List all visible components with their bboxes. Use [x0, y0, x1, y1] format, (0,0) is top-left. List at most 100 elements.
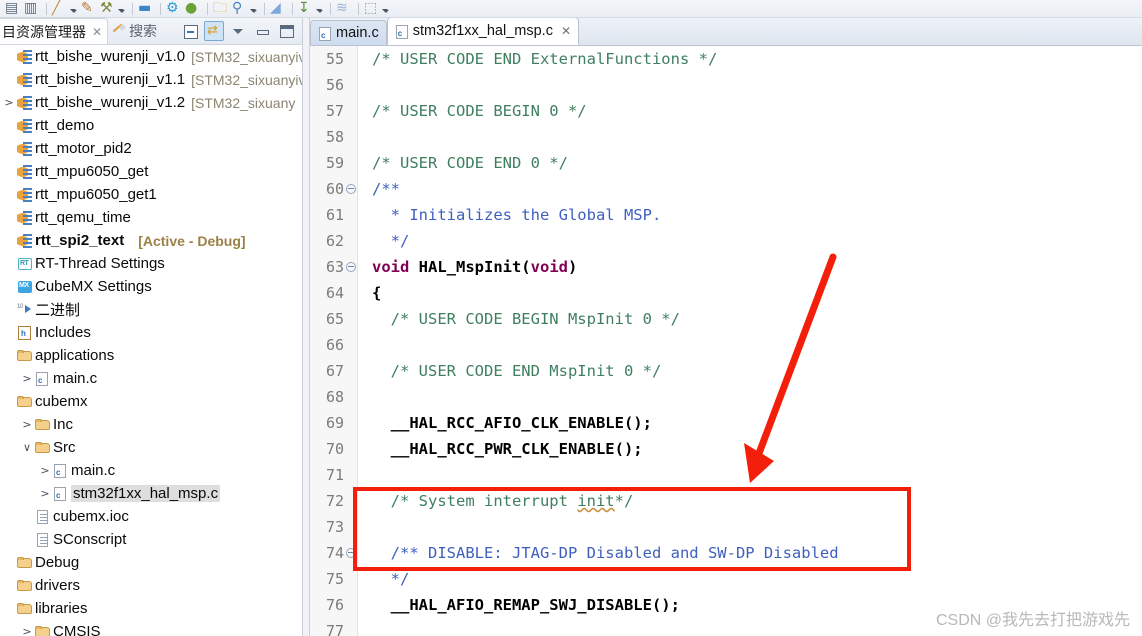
fold-toggle-icon[interactable]	[346, 548, 356, 558]
marker-icon[interactable]: ◢	[269, 0, 287, 17]
tree-item[interactable]: cubemx.ioc	[0, 505, 302, 528]
search-icon[interactable]: ⚲	[231, 0, 249, 17]
code-token: __HAL_AFIO_REMAP_SWJ_DISABLE();	[372, 596, 680, 614]
view-tab-project-explorer[interactable]: 目资源管理器 ✕	[0, 18, 109, 44]
tree-item-label: main.c	[53, 370, 98, 387]
tree-item[interactable]: rtt_mpu6050_get	[0, 160, 302, 183]
code-token: */	[372, 570, 410, 588]
tree-item[interactable]: rtt_spi2_text [Active - Debug]	[0, 229, 302, 252]
toolbar-dropdown-arrow-icon[interactable]	[118, 1, 126, 17]
tree-item[interactable]: drivers	[0, 574, 302, 597]
view-menu-button[interactable]	[228, 21, 248, 41]
code-editor[interactable]: 55/* USER CODE END ExternalFunctions */5…	[310, 46, 1142, 636]
project-icon	[16, 209, 35, 227]
tree-item[interactable]: > CMSIS	[0, 620, 302, 636]
code-token: )	[567, 258, 578, 276]
tree-item-label: Includes	[35, 324, 91, 341]
tree-item[interactable]: > rtt_bishe_wurenji_v1.2 [STM32_sixuany	[0, 91, 302, 114]
open-folder-icon[interactable]: 🗀	[212, 0, 230, 17]
line-number: 57	[325, 102, 344, 120]
text-file-icon	[34, 531, 53, 549]
tree-twisty[interactable]: >	[20, 418, 34, 431]
c-file-icon	[394, 23, 408, 39]
code-line: 71	[310, 462, 1142, 488]
tree-item[interactable]: rtt_qemu_time	[0, 206, 302, 229]
debug-monitor-icon[interactable]: ▬	[137, 0, 155, 17]
code-token: /* USER CODE END MspInit 0 */	[372, 362, 662, 380]
fold-toggle-icon[interactable]	[346, 184, 356, 194]
tree-item[interactable]: > main.c	[0, 367, 302, 390]
tree-item[interactable]: rtt_demo	[0, 114, 302, 137]
project-icon	[16, 117, 35, 135]
tree-twisty[interactable]: >	[20, 372, 34, 385]
project-tree[interactable]: rtt_bishe_wurenji_v1.0 [STM32_sixuanyiv rt…	[0, 45, 302, 636]
import-icon[interactable]: ↧	[297, 0, 315, 17]
tree-item[interactable]: applications	[0, 344, 302, 367]
line-number: 77	[325, 622, 344, 636]
build-icon[interactable]: ✎	[80, 0, 98, 17]
tree-item[interactable]: cubemx	[0, 390, 302, 413]
close-icon[interactable]: ✕	[92, 25, 102, 39]
tree-item[interactable]: 二进制	[0, 298, 302, 321]
code-line: 56	[310, 72, 1142, 98]
toolbar-dropdown-arrow-icon[interactable]	[250, 1, 258, 17]
save-all-icon[interactable]: ▥	[23, 0, 41, 17]
tree-item[interactable]: SConscript	[0, 528, 302, 551]
editor-tab-main-c[interactable]: main.c	[310, 20, 387, 45]
link-with-editor-button[interactable]: ⇄	[204, 21, 224, 41]
tree-item[interactable]: > Inc	[0, 413, 302, 436]
code-line: 58	[310, 124, 1142, 150]
editor-tab-label: stm32f1xx_hal_msp.c	[412, 23, 553, 39]
toolbar-dropdown-arrow-icon[interactable]	[382, 1, 390, 17]
editor-tab-stm32f1xx_hal_msp-c[interactable]: stm32f1xx_hal_msp.c ✕	[386, 18, 580, 45]
tree-twisty[interactable]: ∨	[20, 441, 34, 454]
tree-item[interactable]: ∨ Src	[0, 436, 302, 459]
tree-item[interactable]: > main.c	[0, 459, 302, 482]
tree-twisty[interactable]: >	[38, 464, 52, 477]
code-lines: 55/* USER CODE END ExternalFunctions */5…	[310, 46, 1142, 636]
line-number: 67	[325, 362, 344, 380]
cubemx-icon	[16, 278, 35, 296]
view-tab-search[interactable]: 搜索	[108, 18, 162, 44]
tree-item[interactable]: RT-Thread Settings	[0, 252, 302, 275]
line-number: 76	[325, 596, 344, 614]
tree-item[interactable]: Debug	[0, 551, 302, 574]
layers-icon[interactable]: ≋	[335, 0, 353, 17]
tree-item[interactable]: Includes	[0, 321, 302, 344]
fold-toggle-icon[interactable]	[346, 262, 356, 272]
toolbar-dropdown-arrow-icon[interactable]	[316, 1, 324, 17]
toolbar-dropdown-arrow-icon[interactable]	[70, 1, 78, 17]
panel-sash[interactable]	[302, 18, 310, 636]
includes-icon	[16, 324, 35, 342]
annotation-icon[interactable]: ⬚	[363, 0, 381, 17]
tree-item[interactable]: CubeMX Settings	[0, 275, 302, 298]
tree-item[interactable]: rtt_bishe_wurenji_v1.1 [STM32_sixuanyiv	[0, 68, 302, 91]
c-file-icon	[317, 25, 331, 41]
tree-twisty[interactable]: >	[38, 487, 52, 500]
c-file-icon	[52, 462, 71, 480]
tree-twisty[interactable]: >	[20, 625, 34, 636]
tree-item[interactable]: rtt_motor_pid2	[0, 137, 302, 160]
tree-item[interactable]: rtt_mpu6050_get1	[0, 183, 302, 206]
ruler-icon[interactable]: ╱	[51, 0, 69, 17]
code-line: 65 /* USER CODE BEGIN MspInit 0 */	[310, 306, 1142, 332]
editor-tab-label: main.c	[336, 25, 379, 41]
tree-item[interactable]: rtt_bishe_wurenji_v1.0 [STM32_sixuanyiv	[0, 45, 302, 68]
terminate-icon[interactable]: ●	[184, 0, 202, 17]
collapse-all-button[interactable]	[180, 21, 200, 41]
toolbar-separator	[132, 3, 133, 15]
minimize-view-button[interactable]	[252, 21, 272, 41]
line-number: 61	[325, 206, 344, 224]
tree-item-label: SConscript	[53, 531, 127, 548]
code-line: 59 /* USER CODE END 0 */	[310, 150, 1142, 176]
save-icon[interactable]: ▤	[4, 0, 22, 17]
tree-twisty[interactable]: >	[2, 96, 16, 109]
tree-item[interactable]: > stm32f1xx_hal_msp.c	[0, 482, 302, 505]
code-text: /* USER CODE END 0 */	[372, 150, 568, 176]
project-explorer-panel: 目资源管理器 ✕ 搜索 ⇄ rtt_bishe_wurenji_v1.0 [STM32_…	[0, 18, 302, 636]
tree-item[interactable]: libraries	[0, 597, 302, 620]
close-icon[interactable]: ✕	[561, 24, 571, 38]
run-config-icon[interactable]: ⚙	[165, 0, 183, 17]
maximize-view-button[interactable]	[276, 21, 296, 41]
tools-icon[interactable]: ⚒	[99, 0, 117, 17]
